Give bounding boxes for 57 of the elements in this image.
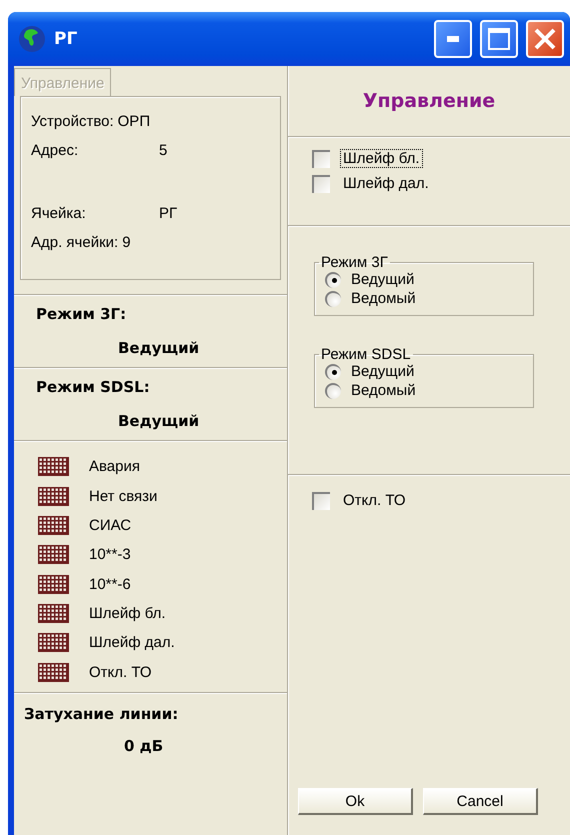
grid-icon <box>38 545 69 564</box>
checkbox[interactable] <box>312 492 330 510</box>
indicator-label: Шлейф дал. <box>89 634 175 652</box>
field-value: ОРП <box>118 113 150 130</box>
indicator-label: Откл. ТО <box>89 664 152 681</box>
grid-icon <box>38 633 69 652</box>
mode-value: Ведущий <box>117 339 200 357</box>
mode-label: Режим SDSL: <box>36 378 151 396</box>
attenuation-label: Затухание линии: <box>24 705 180 723</box>
grid-icon <box>38 516 69 535</box>
checkbox[interactable] <box>312 174 330 192</box>
mode-value: Ведущий <box>117 412 200 430</box>
radio-label[interactable]: Ведомый <box>351 382 416 399</box>
field-label: Ячейка: <box>31 205 87 222</box>
grid-icon <box>38 457 69 476</box>
indicator-label: СИАС <box>89 516 132 534</box>
field-label: Адрес: <box>31 142 80 159</box>
checkbox-label[interactable]: Шлейф бл. <box>340 149 423 168</box>
minimize-icon <box>447 36 459 42</box>
dialog-button[interactable]: Cancel <box>423 788 538 815</box>
grid-icon <box>38 662 69 682</box>
indicator-label: Нет связи <box>89 488 158 505</box>
maximize-icon <box>488 28 510 50</box>
field-value: РГ <box>159 205 178 222</box>
radio-button[interactable] <box>325 382 341 398</box>
close-button[interactable] <box>526 20 564 58</box>
dialog-button[interactable]: Ok <box>298 788 413 815</box>
checkbox-label[interactable]: Откл. ТО <box>340 491 409 510</box>
group-title: Режим SDSL <box>320 346 412 363</box>
section-title: Управление <box>362 90 496 112</box>
field-label: Устройство: <box>31 113 114 130</box>
radio-label[interactable]: Ведущий <box>351 363 414 380</box>
mode-label: Режим 3Г: <box>36 305 128 323</box>
maximize-button[interactable] <box>480 20 518 58</box>
field-value: 9 <box>122 234 131 251</box>
field-label: Адр. ячейки: <box>31 234 118 251</box>
radio-button[interactable] <box>325 272 341 288</box>
checkbox[interactable] <box>312 150 330 168</box>
indicator-label: 10**-6 <box>89 576 131 593</box>
radio-label[interactable]: Ведомый <box>351 290 416 307</box>
checkbox-label[interactable]: Шлейф дал. <box>340 174 432 193</box>
radio-button[interactable] <box>325 364 341 380</box>
close-icon <box>534 28 556 50</box>
grid-icon <box>38 486 69 506</box>
radio-button[interactable] <box>325 290 341 306</box>
field-value: 5 <box>159 142 168 159</box>
attenuation-value: 0 дБ <box>123 737 164 755</box>
indicator-label: Шлейф бл. <box>89 605 166 622</box>
group-title: Режим 3Г <box>320 254 389 271</box>
indicator-label: Авария <box>89 458 140 476</box>
grid-icon <box>38 604 69 624</box>
window-title: РГ <box>54 29 78 49</box>
grid-icon <box>38 574 69 594</box>
globe-icon <box>18 25 46 53</box>
radio-label[interactable]: Ведущий <box>351 271 414 288</box>
indicator-label: 10**-3 <box>89 546 131 564</box>
minimize-button[interactable] <box>434 20 472 58</box>
